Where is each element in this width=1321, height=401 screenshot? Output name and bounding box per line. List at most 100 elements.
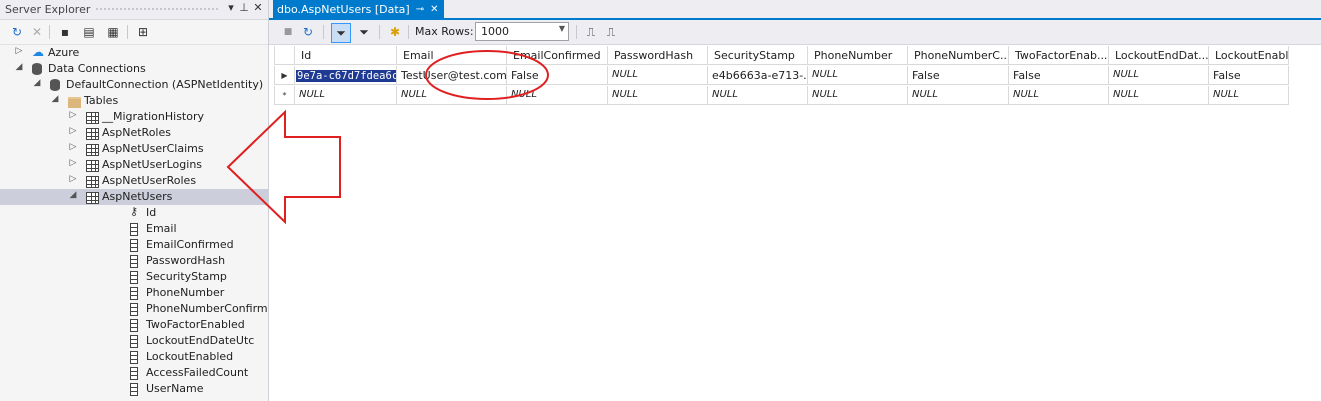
close-icon[interactable]: ✕	[251, 1, 265, 14]
tree-node-lockoutenabled[interactable]: LockoutEnabled	[0, 349, 268, 365]
tree-node-accessfailedcount[interactable]: AccessFailedCount	[0, 365, 268, 381]
tree-node-azure[interactable]: ▷ ☁ Azure	[0, 45, 268, 61]
table-cell[interactable]: TestUser@test.com	[397, 66, 507, 85]
table-cell[interactable]: NULL	[1009, 86, 1109, 105]
properties-icon[interactable]: ⊞	[134, 23, 152, 41]
tree-node-phonenumberconfirmed[interactable]: PhoneNumberConfirmed	[0, 301, 268, 317]
tree-node-emailconfirmed[interactable]: EmailConfirmed	[0, 237, 268, 253]
tree-node-passwordhash[interactable]: PasswordHash	[0, 253, 268, 269]
table-cell[interactable]: NULL	[295, 86, 397, 105]
collapse-arrow-icon[interactable]: ◢	[32, 78, 42, 88]
chevron-down-icon[interactable]: ▼	[559, 24, 565, 33]
tree-node-id[interactable]: ⚷ Id	[0, 205, 268, 221]
column-header[interactable]: LockoutEnable	[1209, 46, 1289, 65]
tree-node-username[interactable]: UserName	[0, 381, 268, 397]
close-tab-icon[interactable]: ✕	[430, 4, 438, 15]
column-header[interactable]: SecurityStamp	[708, 46, 808, 65]
script-icon[interactable]: ✱	[386, 23, 404, 41]
tree-node-securitystamp[interactable]: SecurityStamp	[0, 269, 268, 285]
table-cell[interactable]: False	[1009, 66, 1109, 85]
data-editor-toolbar: ■ ↻ ⏷ ⏷ ✱ Max Rows: 1000 ▼ ⎍ ⎍	[269, 20, 1321, 45]
script-file-icon[interactable]: ⎍	[602, 23, 620, 41]
tree-node-label: LockoutEndDateUtc	[146, 334, 255, 347]
table-cell[interactable]: NULL	[1109, 86, 1209, 105]
tree-node-aspnetroles[interactable]: ▷ AspNetRoles	[0, 125, 268, 141]
table-cell[interactable]: NULL	[1109, 66, 1209, 85]
table-cell[interactable]: False	[507, 66, 608, 85]
tree-node-defaultconnection-aspnetidentity[interactable]: ◢ DefaultConnection (ASPNetIdentity)	[0, 77, 268, 93]
filter-icon[interactable]: ⏷	[355, 23, 373, 41]
table-cell[interactable]: NULL	[808, 86, 908, 105]
table-cell[interactable]: NULL	[1209, 86, 1289, 105]
new-row-marker[interactable]: *	[274, 86, 295, 105]
connect-server-icon[interactable]: ▤	[80, 23, 98, 41]
table-cell[interactable]: e4b6663a-e713-...	[708, 66, 808, 85]
table-cell[interactable]: NULL	[808, 66, 908, 85]
table-cell[interactable]: NULL	[608, 66, 708, 85]
column-header[interactable]: Email	[397, 46, 507, 65]
max-rows-select[interactable]: 1000 ▼	[475, 22, 569, 41]
tree-node-migrationhistory[interactable]: ▷ __MigrationHistory	[0, 109, 268, 125]
column-header[interactable]: PhoneNumber	[808, 46, 908, 65]
tree-node-twofactorenabled[interactable]: TwoFactorEnabled	[0, 317, 268, 333]
column-header[interactable]: PhoneNumberC...	[908, 46, 1009, 65]
tree-node-aspnetuserlogins[interactable]: ▷ AspNetUserLogins	[0, 157, 268, 173]
stop-icon[interactable]: ✕	[28, 23, 46, 41]
expand-arrow-icon[interactable]: ▷	[68, 110, 78, 120]
connect-database-icon[interactable]: ▪	[56, 23, 74, 41]
apply-filter-icon[interactable]: ⏷	[331, 23, 351, 43]
table-row[interactable]: * NULL NULL NULL NULL NULL NULL NULL NULL NULL NUL…	[274, 86, 1289, 105]
tree-node-label: LockoutEnabled	[146, 350, 234, 363]
table-cell[interactable]: NULL	[708, 86, 808, 105]
expand-arrow-icon[interactable]: ▷	[68, 158, 78, 168]
tree-node-tables[interactable]: ◢ Tables	[0, 93, 268, 109]
tree-node-aspnetuserroles[interactable]: ▷ AspNetUserRoles	[0, 173, 268, 189]
expand-arrow-icon[interactable]: ▷	[14, 46, 24, 56]
tree-node-email[interactable]: Email	[0, 221, 268, 237]
column-header[interactable]: PasswordHash	[608, 46, 708, 65]
tree-node-label: __MigrationHistory	[102, 110, 204, 123]
refresh-icon[interactable]: ↻	[8, 23, 26, 41]
server-explorer-title-bar: Server Explorer ▾ ⊥ ✕	[0, 0, 268, 20]
column-header[interactable]: LockoutEndDat...	[1109, 46, 1209, 65]
column-header[interactable]: Id	[295, 46, 397, 65]
tree-node-label: EmailConfirmed	[146, 238, 234, 251]
column-header[interactable]: TwoFactorEnab...	[1009, 46, 1109, 65]
column-icon	[130, 319, 138, 332]
expand-arrow-icon[interactable]: ▷	[68, 126, 78, 136]
collapse-arrow-icon[interactable]: ◢	[14, 62, 24, 72]
tree-node-data-connections[interactable]: ◢ Data Connections	[0, 61, 268, 77]
table-cell[interactable]: NULL	[397, 86, 507, 105]
key-icon: ⚷	[130, 205, 139, 218]
current-row-marker[interactable]: ▶	[274, 66, 295, 85]
table-cell[interactable]: False	[1209, 66, 1289, 85]
collapse-arrow-icon[interactable]: ◢	[50, 94, 60, 104]
table-cell[interactable]: NULL	[908, 86, 1009, 105]
script-export-icon[interactable]: ⎍	[582, 23, 600, 41]
pin-icon[interactable]: ⊥	[237, 1, 251, 14]
tree-node-phonenumber[interactable]: PhoneNumber	[0, 285, 268, 301]
connect-sharepoint-icon[interactable]: ▦	[104, 23, 122, 41]
grid-corner[interactable]	[274, 46, 295, 65]
collapse-arrow-icon[interactable]: ◢	[68, 190, 78, 200]
window-position-dropdown-icon[interactable]: ▾	[224, 1, 238, 14]
tree-node-aspnetusers[interactable]: ◢ AspNetUsers	[0, 189, 268, 205]
table-row[interactable]: ▶ 9e7a-c67d7fdea6c3 TestUser@test.com False…	[274, 66, 1289, 85]
table-cell[interactable]: False	[908, 66, 1009, 85]
table-cell[interactable]: 9e7a-c67d7fdea6c3	[295, 66, 397, 85]
table-cell[interactable]: NULL	[507, 86, 608, 105]
expand-arrow-icon[interactable]: ▷	[68, 174, 78, 184]
tree-node-label: UserName	[146, 382, 204, 395]
tree-node-lockoutenddateutc[interactable]: LockoutEndDateUtc	[0, 333, 268, 349]
column-header[interactable]: EmailConfirmed	[507, 46, 608, 65]
title-grip[interactable]	[95, 7, 220, 12]
tree-node-aspnetuserclaims[interactable]: ▷ AspNetUserClaims	[0, 141, 268, 157]
pin-tab-icon[interactable]: ⊸	[416, 4, 424, 15]
table-cell[interactable]: NULL	[608, 86, 708, 105]
server-explorer-toolbar: ↻ ✕ ▪ ▤ ▦ ⊞	[0, 20, 268, 45]
column-icon	[130, 351, 138, 364]
tab-aspnetusers-data[interactable]: dbo.AspNetUsers [Data] ⊸ ✕	[273, 0, 445, 18]
refresh-data-icon[interactable]: ↻	[299, 23, 317, 41]
expand-arrow-icon[interactable]: ▷	[68, 142, 78, 152]
stop-query-icon[interactable]: ■	[279, 23, 297, 41]
